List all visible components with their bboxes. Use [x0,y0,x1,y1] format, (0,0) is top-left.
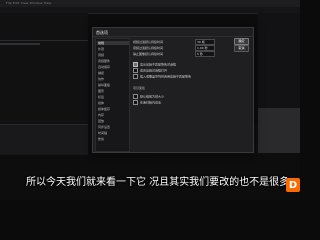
option-clip-mismatch[interactable]: 显示剪辑不匹配警告对话框 [133,62,176,67]
menubar-text: File Edit View Window Help [6,1,52,5]
checkbox[interactable] [133,74,138,79]
right-panel-preview [258,108,300,153]
ok-button[interactable]: 确定 [234,38,249,45]
row-label: 音频过渡默认持续时间 [133,46,164,50]
row-still-image: 静止图像默认持续时间 [133,52,163,56]
left-panel-tab [0,43,40,45]
nav-item-collaboration[interactable]: 协作 [98,77,104,81]
nav-item-control-surface[interactable]: 操纵面板 [98,83,110,87]
nav-item-audio-hardware[interactable]: 音频硬件 [98,59,110,63]
still-image-duration-field[interactable]: 5 秒 [195,51,215,57]
row-audio-transition: 音频过渡默认持续时间 [133,46,163,50]
nav-item-autosave[interactable]: 自动保存 [98,65,110,69]
section-label-project-panel: 项目面板 [133,86,146,90]
nav-item-sync-settings[interactable]: 同步设置 [98,125,110,129]
nav-item-graphics[interactable]: 图形 [98,89,104,93]
nav-item-labels[interactable]: 标签 [98,95,104,99]
preferences-content: 视频过渡默认持续时间 30 帧 音频过渡默认持续时间 1.00 秒 静止图像默认… [133,38,233,148]
nav-item-playback[interactable]: 回放 [98,119,104,123]
nav-item-memory[interactable]: 内存 [98,113,104,117]
cancel-button[interactable]: 取消 [234,45,249,52]
option-label: 默认缩放为帧大小 [140,94,165,99]
nav-item-general[interactable]: 常规 [97,41,129,45]
nav-item-trim[interactable]: 修剪 [98,137,104,141]
screen: File Edit View Window Help 首选项 常规 外观 音频 … [0,0,300,200]
option-label: 在素材箱内双击 [140,100,162,105]
video-subtitle: 所以今天我们就来看一下它 况且其实我们要改的也不是很多 [26,177,290,188]
row-label: 视频过渡默认持续时间 [133,40,164,44]
left-panel-divider [0,40,88,41]
option-mismatch-warning[interactable]: 插入或覆盖序列时启用剪辑不匹配警告 [133,74,191,79]
option-default-scale[interactable]: 默认缩放为帧大小 [133,94,164,99]
nav-item-media-cache[interactable]: 媒体缓存 [98,107,110,111]
option-fit-clip-dialog[interactable]: 适合剪辑对话框打开 [133,68,167,73]
timeline-panel [0,124,88,155]
option-label: 适合剪辑对话框打开 [140,68,168,73]
nav-item-audio[interactable]: 音频 [98,53,104,57]
option-label: 插入或覆盖序列时启用剪辑不匹配警告 [140,74,192,79]
nav-item-appearance[interactable]: 外观 [98,47,104,51]
checkbox[interactable] [133,100,138,105]
nav-item-media[interactable]: 媒体 [98,101,104,105]
checkbox[interactable] [133,94,138,99]
dialog-separator [93,36,253,37]
preferences-nav: 常规 外观 音频 音频硬件 自动保存 捕捉 协作 操纵面板 图形 标签 媒体 媒… [95,38,130,152]
row-label: 静止图像默认持续时间 [133,52,164,56]
checkbox[interactable] [133,62,138,67]
row-video-transition: 视频过渡默认持续时间 [133,40,163,44]
nav-item-capture[interactable]: 捕捉 [98,71,104,75]
checkbox[interactable] [133,68,138,73]
brand-logo-icon: D [286,178,300,192]
option-label: 显示剪辑不匹配警告对话框 [140,62,177,67]
preferences-dialog: 首选项 常规 外观 音频 音频硬件 自动保存 捕捉 协作 操纵面板 图形 标签 … [92,27,254,153]
option-bin-double-click[interactable]: 在素材箱内双击 [133,100,161,105]
nav-item-timeline[interactable]: 时间轴 [98,131,107,135]
